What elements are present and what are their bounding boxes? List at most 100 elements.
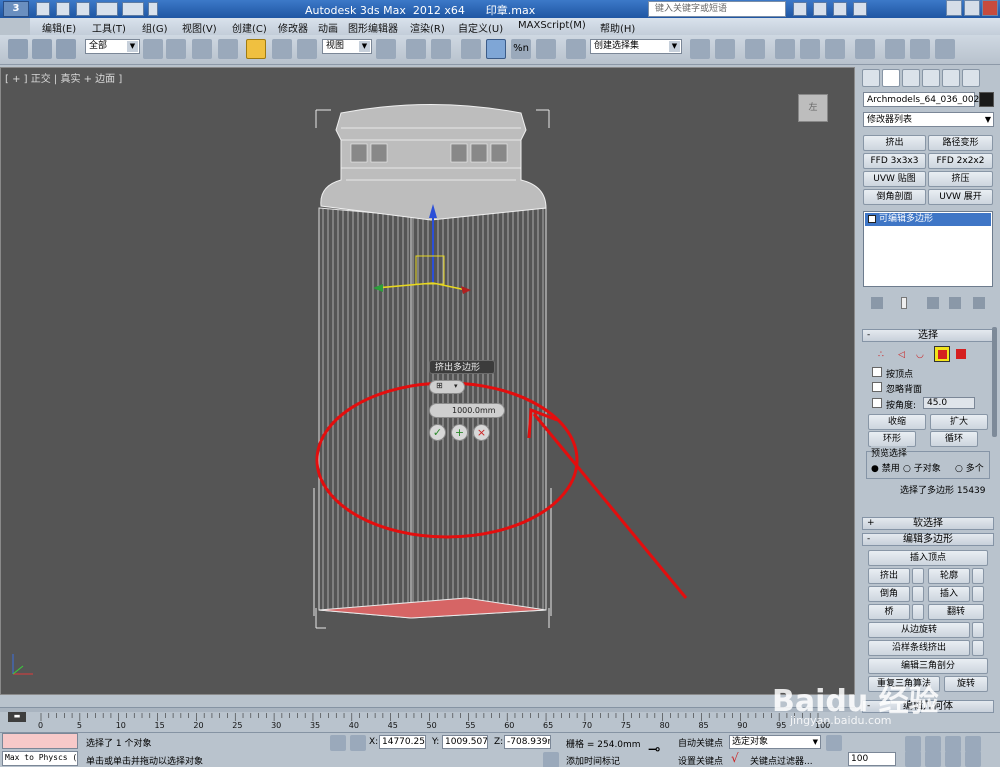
- menu-animation[interactable]: 动画: [318, 20, 338, 35]
- key-curve-icon[interactable]: √: [731, 751, 747, 767]
- open-file-icon[interactable]: [56, 2, 70, 16]
- expand-icon[interactable]: [868, 215, 876, 223]
- ok-check-icon[interactable]: ✓: [429, 424, 446, 441]
- fov-icon[interactable]: [905, 751, 921, 767]
- current-frame-spinner[interactable]: 100: [848, 752, 896, 766]
- preview-off-radio[interactable]: ● 禁用: [871, 461, 900, 474]
- keyboard-shortcut-icon[interactable]: [431, 39, 451, 59]
- mirror-icon[interactable]: [690, 39, 710, 59]
- selection-filter-dropdown[interactable]: 全部 ▼: [85, 39, 140, 54]
- edit-polygons-rollout-header[interactable]: - 编辑多边形: [862, 533, 994, 546]
- goto-start-icon[interactable]: [826, 735, 842, 751]
- preview-subobj-radio[interactable]: ○ 子对象: [903, 461, 941, 474]
- menu-help[interactable]: 帮助(H): [600, 20, 635, 35]
- inset-button[interactable]: 插入: [928, 586, 970, 602]
- binoculars-icon[interactable]: [793, 2, 807, 16]
- configure-sets-icon[interactable]: [973, 297, 985, 309]
- by-vertex-checkbox[interactable]: [872, 367, 882, 377]
- time-tag-icon[interactable]: [543, 752, 559, 767]
- key-mode-dropdown[interactable]: 选定对象 ▼: [729, 735, 821, 749]
- schematic-view-icon[interactable]: [825, 39, 845, 59]
- render-production-icon[interactable]: [935, 39, 955, 59]
- new-file-icon[interactable]: [36, 2, 50, 16]
- menu-view[interactable]: 视图(V): [182, 20, 217, 35]
- preview-multi-radio[interactable]: ○ 多个: [955, 461, 984, 474]
- select-by-name-icon[interactable]: [166, 39, 186, 59]
- object-name-field[interactable]: Archmodels_64_036_002: [863, 92, 979, 107]
- redo-icon[interactable]: [122, 2, 144, 16]
- spinner-snap-icon[interactable]: [536, 39, 556, 59]
- mod-ffd222-button[interactable]: FFD 2x2x2: [928, 153, 993, 169]
- zoom-extents-all-icon[interactable]: [965, 736, 981, 752]
- edge-icon[interactable]: ◁: [898, 350, 905, 360]
- flip-button[interactable]: 翻转: [928, 604, 984, 620]
- stack-item-editable-poly[interactable]: 可编辑多边形: [865, 213, 991, 226]
- lock-selection-icon[interactable]: [330, 735, 346, 751]
- display-tab-icon[interactable]: [942, 69, 960, 87]
- ignore-backfacing-checkbox[interactable]: [872, 382, 882, 392]
- cancel-x-icon[interactable]: ×: [473, 424, 490, 441]
- add-time-tag[interactable]: 添加时间标记: [566, 754, 620, 767]
- hinge-settings-button[interactable]: [972, 622, 984, 638]
- extrude-button[interactable]: 挤出: [868, 568, 910, 584]
- mod-squeeze-button[interactable]: 挤压: [928, 171, 993, 187]
- star-icon[interactable]: [833, 2, 847, 16]
- mod-ffd333-button[interactable]: FFD 3x3x3: [863, 153, 926, 169]
- move-icon[interactable]: [246, 39, 266, 59]
- select-object-icon[interactable]: [143, 39, 163, 59]
- edit-triangulation-button[interactable]: 编辑三角剖分: [868, 658, 988, 674]
- extrude-spline-settings-button[interactable]: [972, 640, 984, 656]
- reference-coord-dropdown[interactable]: 视图 ▼: [322, 39, 372, 54]
- curve-editor-icon[interactable]: [800, 39, 820, 59]
- app-logo-icon[interactable]: 3: [3, 1, 29, 17]
- mod-path-deform-button[interactable]: 路径变形: [928, 135, 993, 151]
- zoom-icon[interactable]: [905, 736, 921, 752]
- menu-rendering[interactable]: 渲染(R): [410, 20, 445, 35]
- link-icon[interactable]: [8, 39, 28, 59]
- menu-modifiers[interactable]: 修改器: [278, 20, 308, 35]
- bridge-button[interactable]: 桥: [868, 604, 910, 620]
- angle-snap-icon[interactable]: [486, 39, 506, 59]
- render-setup-icon[interactable]: [885, 39, 905, 59]
- bevel-settings-button[interactable]: [912, 586, 924, 602]
- utilities-tab-icon[interactable]: [962, 69, 980, 87]
- ring-button[interactable]: 环形: [868, 431, 916, 447]
- z-coordinate-field[interactable]: -708.939m: [504, 735, 551, 749]
- menu-create[interactable]: 创建(C): [232, 20, 267, 35]
- graphite-tools-icon[interactable]: [775, 39, 795, 59]
- polygon-icon[interactable]: [934, 346, 950, 362]
- extrude-settings-button[interactable]: [912, 568, 924, 584]
- menu-edit[interactable]: 编辑(E): [42, 20, 76, 35]
- menu-group[interactable]: 组(G): [142, 20, 168, 35]
- object-color-swatch[interactable]: [979, 92, 994, 107]
- edit-named-selection-icon[interactable]: [566, 39, 586, 59]
- window-crossing-icon[interactable]: [218, 39, 238, 59]
- hierarchy-tab-icon[interactable]: [902, 69, 920, 87]
- auto-key-button[interactable]: 自动关键点: [678, 736, 723, 749]
- vertex-icon[interactable]: ∴: [878, 350, 884, 360]
- shrink-button[interactable]: 收缩: [868, 414, 926, 430]
- make-unique-icon[interactable]: [927, 297, 939, 309]
- create-tab-icon[interactable]: [862, 69, 880, 87]
- named-selection-dropdown[interactable]: 创建选择集 ▼: [590, 39, 682, 54]
- mod-bevel-profile-button[interactable]: 倒角剖面: [863, 189, 926, 205]
- grow-button[interactable]: 扩大: [930, 414, 988, 430]
- absolute-mode-icon[interactable]: [350, 735, 366, 751]
- soft-selection-rollout-header[interactable]: + 软选择: [862, 517, 994, 530]
- hinge-from-edge-button[interactable]: 从边旋转: [868, 622, 970, 638]
- modifier-list-dropdown[interactable]: 修改器列表 ▼: [863, 112, 994, 127]
- element-icon[interactable]: [956, 349, 966, 359]
- key-icon[interactable]: ⊸: [648, 741, 664, 757]
- border-icon[interactable]: ◡: [916, 350, 924, 360]
- maximize-button[interactable]: [964, 0, 980, 16]
- extrude-height-spinner[interactable]: 1000.0mm: [429, 403, 505, 418]
- undo-icon[interactable]: [96, 2, 118, 16]
- minimize-button[interactable]: [946, 0, 962, 16]
- insert-vertex-button[interactable]: 插入顶点: [868, 550, 988, 566]
- bind-space-warp-icon[interactable]: [56, 39, 76, 59]
- rotate-icon[interactable]: [272, 39, 292, 59]
- maxscript-mini-listener[interactable]: [2, 733, 78, 749]
- rendered-frame-icon[interactable]: [910, 39, 930, 59]
- set-key-button[interactable]: 设置关键点: [678, 754, 723, 767]
- selection-rollout-header[interactable]: - 选择: [862, 329, 994, 342]
